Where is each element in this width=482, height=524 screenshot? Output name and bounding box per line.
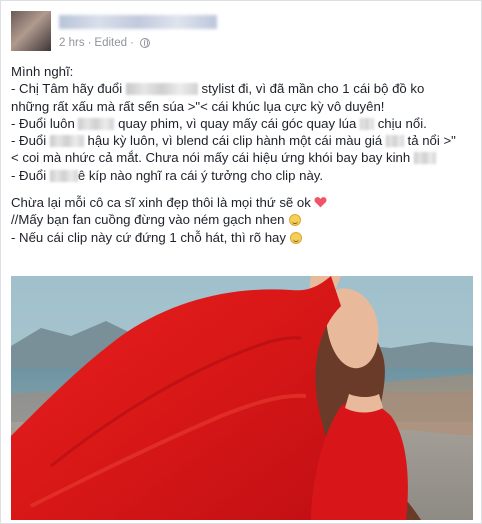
edited-label[interactable]: Edited xyxy=(94,37,127,49)
post-photo[interactable] xyxy=(11,276,473,520)
post-text: Mình nghĩ: - Chị Tâm hãy đuổi stylist đi… xyxy=(11,63,473,246)
avatar[interactable] xyxy=(11,11,51,51)
text-line-8: Chừa lại mỗi cô ca sĩ xinh đẹp thôi là m… xyxy=(11,194,473,211)
redacted-text xyxy=(360,117,375,130)
redacted-text xyxy=(49,135,84,148)
post-meta: 2 hrs · Edited · xyxy=(59,37,150,49)
post-header: 2 hrs · Edited · xyxy=(11,7,471,51)
redacted-text xyxy=(385,135,404,148)
text-line-6: < coi mà nhức cả mắt. Chưa nói mấy cái h… xyxy=(11,149,473,166)
text-line-7: - Đuổi ê kíp nào nghĩ ra cái ý tưởng cho… xyxy=(11,167,324,183)
redacted-text xyxy=(125,83,198,96)
separator-2: · xyxy=(130,37,134,49)
text-line-9: //Mấy bạn fan cuồng đừng vào ném gạch nh… xyxy=(11,211,473,228)
timestamp[interactable]: 2 hrs xyxy=(59,37,85,49)
text-line-4: - Đuổi luôn quay phim, vì quay mấy cái g… xyxy=(11,115,427,131)
redacted-text xyxy=(49,169,78,182)
separator: · xyxy=(87,37,92,49)
smile-emoji-icon xyxy=(288,214,301,227)
redacted-text xyxy=(78,117,115,130)
globe-icon[interactable] xyxy=(139,38,150,48)
photo-scene xyxy=(11,276,473,520)
heart-emoji-icon xyxy=(314,197,327,208)
text-line-2: - Chị Tâm hãy đuổi stylist đi, vì đã mần… xyxy=(11,81,425,97)
text-line-3: những rất xấu mà rất sến súa >"< cái khú… xyxy=(11,98,385,114)
text-line-10: - Nếu cái clip này cứ đứng 1 chỗ hát, th… xyxy=(11,229,473,246)
redacted-text xyxy=(413,152,436,165)
author-name-redacted[interactable] xyxy=(59,15,217,29)
grin-emoji-icon xyxy=(289,231,302,244)
text-line-1: Mình nghĩ: xyxy=(11,64,74,79)
facebook-post: 2 hrs · Edited · Mình nghĩ: - Chị Tâm hã… xyxy=(0,0,482,524)
text-line-5: - Đuổi hậu kỳ luôn, vì blend cái clip hà… xyxy=(11,133,456,149)
